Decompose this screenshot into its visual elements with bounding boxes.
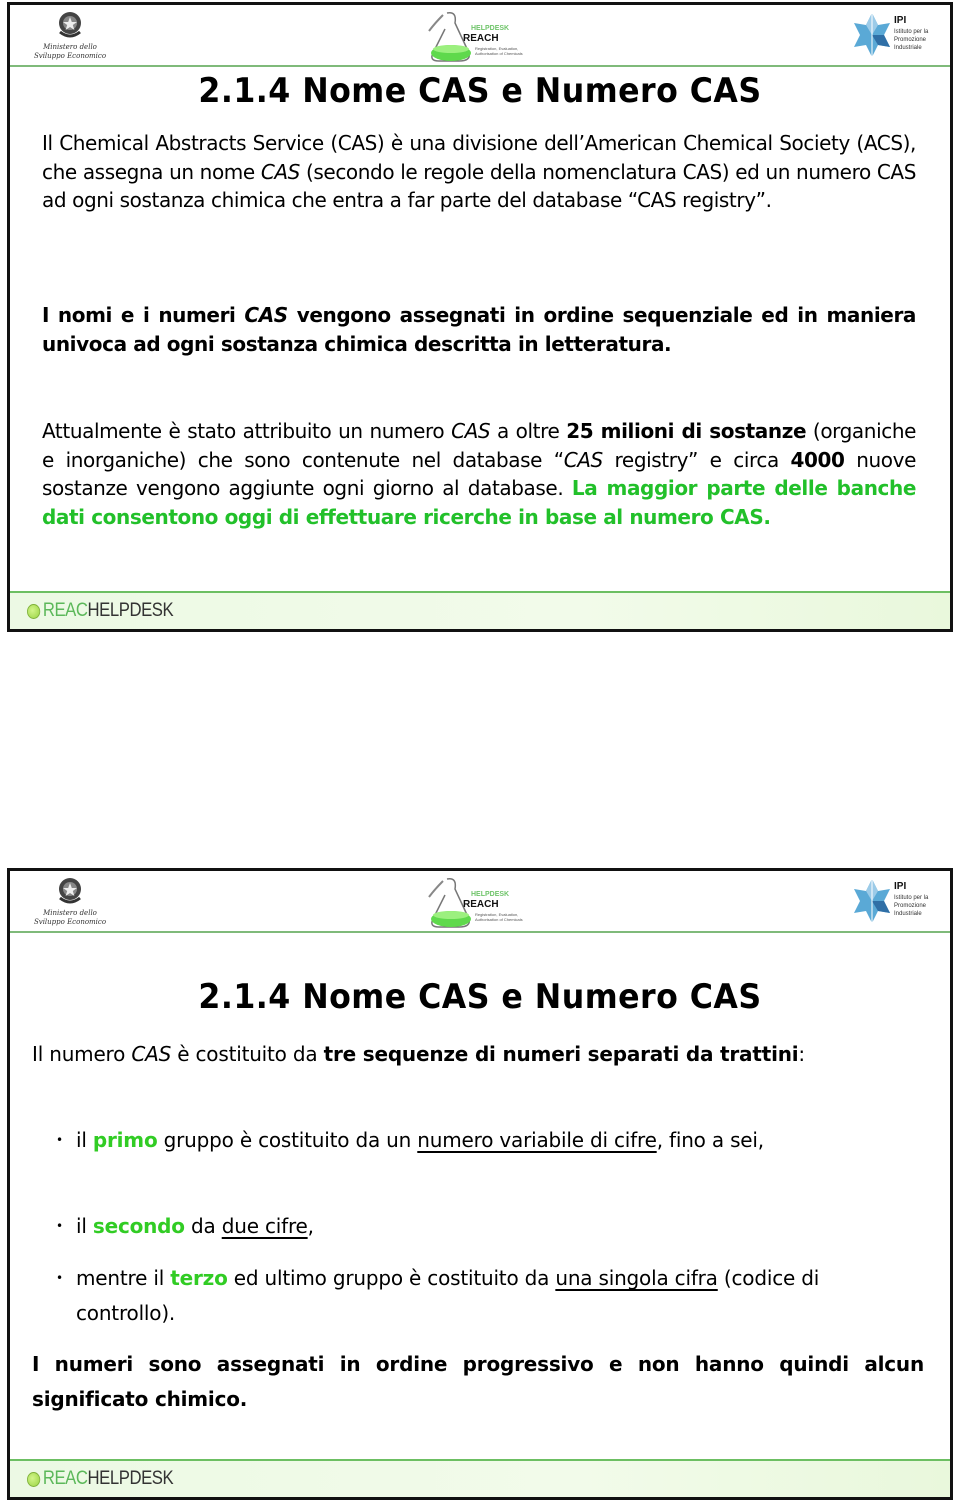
reach-helpdesk-label: HELPDESK: [471, 891, 510, 898]
text-span: mentre il: [76, 1266, 171, 1290]
ipi-logo: IPI Istituto per la Promozione Industria…: [852, 875, 948, 929]
text-span: gruppo è costituito da un: [157, 1128, 418, 1152]
reach-subtitle: Registration, Evaluation, Authorisation …: [475, 46, 523, 56]
ipi-subtitle: Istituto per la Promozione Industriale: [894, 894, 928, 918]
text-span: da: [184, 1214, 222, 1238]
highlight-4000: 4000: [790, 447, 845, 472]
slide-title: 2.1.4 Nome CAS e Numero CAS: [198, 977, 762, 1017]
bullet-dot-icon: •: [56, 1271, 63, 1285]
highlight-25-million: 25 milioni di sostanze: [566, 419, 807, 443]
slide-header: Ministero dello Sviluppo Economico HELPD…: [10, 871, 950, 933]
ipi-logo: IPI Istituto per la Promozione Industria…: [852, 9, 948, 63]
text-span-cas: CAS: [451, 419, 491, 443]
ipi-sub-line-1: Istituto per la: [894, 895, 929, 901]
italian-republic-emblem-icon: [59, 878, 81, 904]
paragraph-statistics: Attualmente è stato attribuito un numero…: [42, 417, 916, 531]
text-span: Il numero: [32, 1042, 132, 1066]
bullet-item: • mentre il terzo ed ultimo gruppo è cost…: [32, 1261, 924, 1331]
ministero-logo: Ministero dello Sviluppo Economico: [30, 7, 110, 65]
ministero-line-1: Ministero dello: [43, 43, 97, 51]
slide-footer: REAC HELPDESK: [10, 1459, 950, 1497]
ipi-sub-line-3: Industriale: [894, 911, 922, 917]
slide-footer: REAC HELPDESK: [10, 591, 950, 629]
text-span-cas: CAS: [244, 303, 288, 327]
ministero-logo: Ministero dello Sviluppo Economico: [30, 873, 110, 931]
ipi-subtitle: Istituto per la Promozione Industriale: [894, 28, 928, 52]
paragraph-closing: I numeri sono assegnati in ordine progre…: [32, 1352, 924, 1411]
ministero-line-2: Sviluppo Economico: [33, 918, 107, 926]
text-span-cas: CAS: [563, 447, 604, 472]
green-dot-icon: [27, 1471, 41, 1487]
ministero-line-1: Ministero dello: [43, 909, 97, 917]
ipi-title: IPI: [894, 881, 907, 892]
ipi-sub-line-1: Istituto per la: [894, 29, 929, 35]
text-span: è costituito da: [171, 1042, 324, 1066]
ipi-title: IPI: [894, 15, 907, 26]
green-keyword: secondo: [92, 1214, 185, 1238]
ipi-sub-line-2: Promozione: [894, 37, 927, 43]
ministero-text: Ministero dello Sviluppo Economico: [30, 43, 110, 61]
bold-three-sequences: tre sequenze di numeri separati da tratt…: [323, 1042, 799, 1066]
text-span: , fino a sei,: [656, 1128, 764, 1152]
underlined-text: una singola cifra: [555, 1266, 718, 1290]
paragraph-assignment: I nomi e i numeri CAS vengono assegnati …: [42, 301, 916, 359]
slide-title: 2.1.4 Nome CAS e Numero CAS: [198, 71, 762, 111]
slide-2: Ministero dello Sviluppo Economico HELPD…: [7, 868, 953, 1500]
text-span: ed ultimo gruppo è costituito da: [227, 1266, 556, 1290]
reach-title: REACH: [463, 33, 499, 44]
footer-logo-reac: REAC: [42, 600, 88, 621]
bullet-dot-icon: •: [56, 1133, 63, 1147]
bullet-dot-icon: •: [56, 1219, 63, 1233]
green-keyword: primo: [92, 1128, 158, 1152]
reach-helpdesk-footer-logo: REAC HELPDESK: [27, 600, 174, 622]
paragraph-cas-structure: Il numero CAS è costituito da tre sequen…: [32, 1037, 924, 1072]
italian-republic-emblem-icon: [59, 12, 81, 38]
reach-subtitle: Registration, Evaluation, Authorisation …: [475, 912, 523, 922]
reach-title: REACH: [463, 899, 499, 910]
text-span: il: [76, 1214, 93, 1238]
ministero-text: Ministero dello Sviluppo Economico: [30, 909, 110, 927]
reach-helpdesk-logo: HELPDESK REACH Registration, Evaluation,…: [415, 873, 545, 931]
text-span: il: [76, 1128, 93, 1152]
text-span: a oltre: [490, 419, 567, 443]
text-span: Attualmente è stato attribuito un numero: [42, 419, 452, 443]
ipi-sub-line-2: Promozione: [894, 903, 927, 909]
text-span: :: [798, 1042, 805, 1066]
text-span: registry” e circa: [602, 447, 791, 472]
reach-sub-line-2: Authorisation of Chemicals: [475, 917, 523, 922]
text-span: I nomi e i numeri: [42, 303, 245, 327]
text-span-cas: CAS: [131, 1042, 172, 1066]
footer-logo-helpdesk: HELPDESK: [87, 1468, 174, 1489]
reach-helpdesk-logo: HELPDESK REACH Registration, Evaluation,…: [415, 7, 545, 65]
text-span-cas: CAS: [260, 159, 301, 184]
paragraph-cas-definition: Il Chemical Abstracts Service (CAS) è un…: [42, 129, 916, 215]
reach-helpdesk-label: HELPDESK: [471, 25, 510, 32]
slide-1: Ministero dello Sviluppo Economico HELPD…: [7, 2, 953, 632]
reach-helpdesk-footer-logo: REAC HELPDESK: [27, 1468, 174, 1490]
underlined-text: numero variabile di cifre: [417, 1128, 657, 1152]
ipi-sub-line-3: Industriale: [894, 45, 922, 51]
bullet-item: • il secondo da due cifre,: [32, 1209, 924, 1244]
slide-header: Ministero dello Sviluppo Economico HELPD…: [10, 5, 950, 67]
bullet-item: • il primo gruppo è costituito da un nume…: [32, 1123, 924, 1158]
green-dot-icon: [27, 603, 41, 619]
ministero-line-2: Sviluppo Economico: [33, 52, 107, 60]
green-keyword: terzo: [170, 1266, 228, 1290]
reach-sub-line-2: Authorisation of Chemicals: [475, 51, 523, 56]
underlined-text: due cifre: [221, 1214, 308, 1238]
text-span: ,: [307, 1214, 314, 1238]
ipi-star-icon: [854, 13, 890, 57]
footer-logo-helpdesk: HELPDESK: [87, 600, 174, 621]
footer-logo-reac: REAC: [42, 1468, 88, 1489]
ipi-star-icon: [854, 879, 890, 923]
